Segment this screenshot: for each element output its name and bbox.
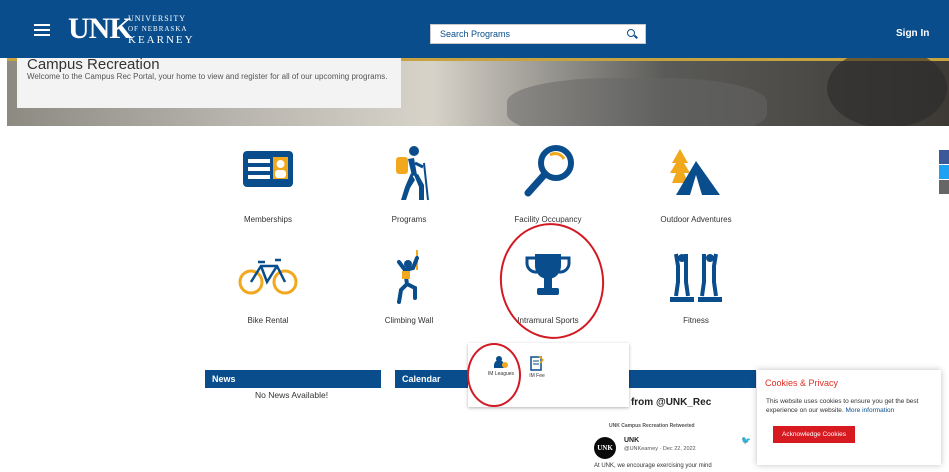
facebook-share-icon[interactable] — [939, 150, 949, 164]
cookie-title: Cookies & Privacy — [765, 378, 839, 388]
tile-label: Memberships — [243, 215, 292, 224]
twitter-bird-icon: 🐦 — [741, 436, 751, 445]
search-placeholder: Search Programs — [440, 29, 511, 39]
tile-outdoor-adventures[interactable]: Outdoor Adventures — [636, 145, 756, 224]
tile-facility-occupancy[interactable]: Facility Occupancy — [488, 145, 608, 224]
submenu-label: IM Fee — [529, 373, 545, 379]
annotation-circle — [492, 216, 612, 346]
tile-fitness[interactable]: Fitness — [636, 250, 756, 325]
acknowledge-cookies-button[interactable]: Acknowledge Cookies — [773, 426, 855, 443]
tweet-author-name[interactable]: UNK — [624, 437, 639, 444]
calendar-label: Calendar — [402, 374, 441, 384]
sign-in-link[interactable]: Sign In — [896, 28, 929, 39]
annotation-circle — [467, 343, 521, 407]
twitter-share-icon[interactable] — [939, 165, 949, 179]
tile-label: Fitness — [683, 316, 709, 325]
climber-icon — [397, 250, 419, 304]
hero-background-shape — [507, 78, 767, 126]
tile-memberships[interactable]: Memberships — [208, 145, 328, 224]
membership-card-icon — [243, 151, 293, 187]
cookie-consent-banner: Cookies & Privacy This website uses cook… — [757, 370, 941, 465]
avatar[interactable]: UNK — [594, 437, 616, 459]
page-title: Campus Recreation — [27, 56, 160, 73]
unk-logo-text[interactable]: UNIVERSITY OF NEBRASKA KEARNEY — [128, 14, 195, 46]
im-fee-icon — [530, 355, 544, 371]
tile-label: Programs — [391, 215, 427, 224]
search-icon[interactable] — [627, 29, 635, 37]
cookie-body-text: This website uses cookies to ensure you … — [766, 398, 919, 414]
more-information-link[interactable]: More information — [846, 407, 895, 414]
tile-bike-rental[interactable]: Bike Rental — [208, 256, 328, 325]
news-header: News — [205, 370, 381, 388]
search-programs-input[interactable]: Search Programs — [430, 24, 646, 44]
hero-welcome-card: Campus Recreation Welcome to the Campus … — [17, 56, 401, 108]
tile-climbing-wall[interactable]: Climbing Wall — [349, 250, 469, 325]
tile-label: Bike Rental — [247, 316, 289, 325]
cookie-body: This website uses cookies to ensure you … — [766, 397, 936, 415]
retweet-label: UNK Campus Recreation Retweeted — [609, 423, 695, 429]
bicycle-icon — [238, 258, 298, 295]
tile-label: Outdoor Adventures — [660, 215, 732, 224]
tile-label: Climbing Wall — [384, 316, 434, 325]
news-empty-message: No News Available! — [255, 390, 329, 400]
tweet-author-handle: @UNKearney · Dec 22, 2022 — [624, 446, 696, 452]
fitness-icon — [670, 253, 722, 302]
hamburger-menu-icon[interactable] — [34, 24, 50, 36]
news-label: News — [212, 374, 236, 384]
top-nav-bar: UNK UNIVERSITY OF NEBRASKA KEARNEY Searc… — [0, 0, 949, 58]
logo-line-university: UNIVERSITY — [128, 14, 186, 23]
tweet-text: At UNK, we encourage exercising your min… — [594, 463, 712, 469]
logo-line-nebraska: OF NEBRASKA — [128, 25, 188, 33]
submenu-im-fee[interactable]: IM Fee — [525, 355, 549, 379]
tent-icon — [670, 149, 720, 195]
hero-background-shape — [827, 58, 947, 126]
hiker-icon — [396, 146, 429, 201]
magnifier-icon — [524, 145, 574, 197]
email-share-icon[interactable] — [939, 180, 949, 194]
hero-description: Welcome to the Campus Rec Portal, your h… — [27, 72, 388, 81]
tile-programs[interactable]: Programs — [349, 145, 469, 224]
unk-logo-mark[interactable]: UNK — [68, 14, 133, 44]
logo-line-kearney: KEARNEY — [128, 34, 195, 46]
